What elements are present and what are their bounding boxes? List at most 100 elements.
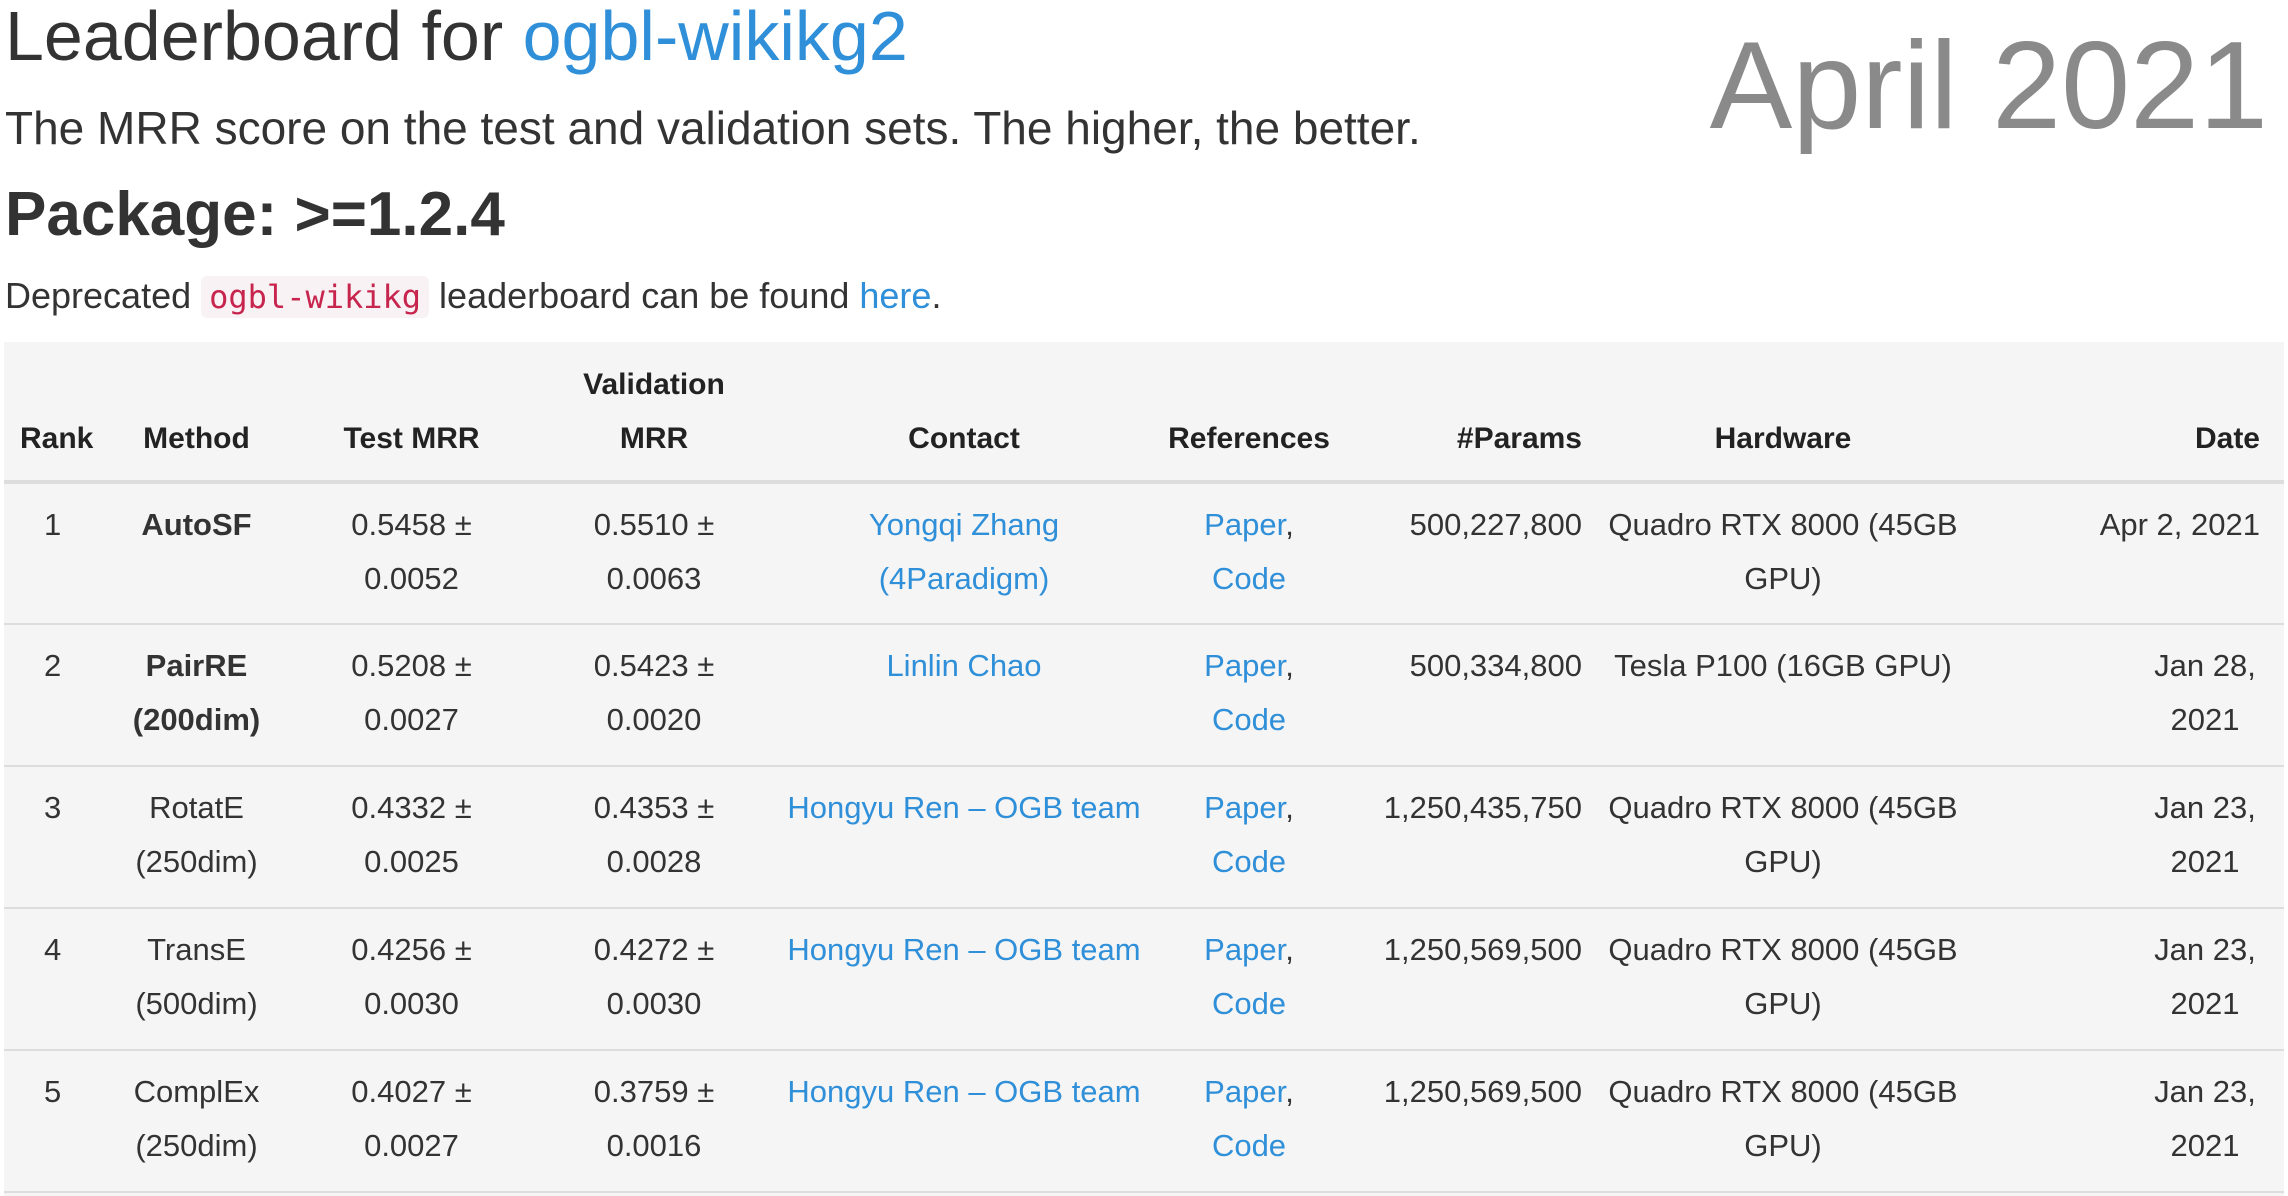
- table-row: 4 TransE (500dim) 0.4256 ± 0.0030 0.4272…: [4, 908, 2284, 1051]
- cell-params: 1,250,569,500: [1344, 908, 1594, 1051]
- contact-link[interactable]: Yongqi Zhang (4Paradigm): [869, 507, 1059, 596]
- cell-date: Jan 23, 2021: [1972, 908, 2284, 1051]
- cell-test-mrr: 0.4332 ± 0.0025: [289, 766, 534, 909]
- header-validation-mrr-line2: MRR: [619, 422, 689, 455]
- table-row: 2 PairRE (200dim) 0.5208 ± 0.0027 0.5423…: [4, 624, 2284, 767]
- deprecated-middle: leaderboard can be found: [429, 275, 860, 316]
- header-validation-mrr-line1: Validation: [583, 368, 725, 401]
- date-text: Jan 23, 2021: [2154, 790, 2256, 879]
- cell-contact: Hongyu Ren – OGB team: [774, 1050, 1154, 1193]
- cell-date: Jan 23, 2021: [1972, 766, 2284, 909]
- deprecated-dataset-code: ogbl-wikikg: [201, 276, 430, 318]
- cell-method: AutoSF: [104, 482, 289, 625]
- code-link[interactable]: Code: [1212, 702, 1286, 737]
- cell-method: PairRE (200dim): [104, 624, 289, 767]
- header-rank[interactable]: Rank: [4, 342, 104, 484]
- deprecated-prefix: Deprecated: [5, 275, 202, 316]
- paper-link[interactable]: Paper: [1204, 932, 1285, 967]
- cell-references: Paper, Code: [1154, 482, 1344, 625]
- cell-test-mrr: 0.5208 ± 0.0027: [289, 624, 534, 767]
- cell-params: 500,227,800: [1344, 482, 1594, 625]
- cell-rank: 1: [4, 482, 104, 625]
- package-version: Package: >=1.2.4: [5, 180, 505, 249]
- header-validation-mrr[interactable]: Validation MRR: [534, 342, 774, 484]
- cell-contact: Linlin Chao: [774, 624, 1154, 767]
- cell-hardware: Quadro RTX 8000 (45GB GPU): [1594, 908, 1972, 1051]
- code-link[interactable]: Code: [1212, 1128, 1286, 1163]
- reference-separator: ,: [1285, 507, 1294, 542]
- table-row: 3 RotatE (250dim) 0.4332 ± 0.0025 0.4353…: [4, 766, 2284, 909]
- contact-link[interactable]: Hongyu Ren – OGB team: [787, 790, 1140, 825]
- reference-separator: ,: [1285, 1074, 1294, 1109]
- header-contact[interactable]: Contact: [774, 342, 1154, 484]
- date-text: Jan 23, 2021: [2154, 1074, 2256, 1163]
- cell-hardware: Quadro RTX 8000 (45GB GPU): [1594, 1050, 1972, 1193]
- cell-rank: 4: [4, 908, 104, 1051]
- header-method[interactable]: Method: [104, 342, 289, 484]
- header-hardware[interactable]: Hardware: [1594, 342, 1972, 484]
- header-references[interactable]: References: [1154, 342, 1344, 484]
- date-stamp: April 2021: [1709, 17, 2268, 155]
- page-title: Leaderboard for ogbl-wikikg2: [5, 0, 908, 78]
- paper-link[interactable]: Paper: [1204, 648, 1285, 683]
- cell-validation-mrr: 0.4353 ± 0.0028: [534, 766, 774, 909]
- cell-rank: 2: [4, 624, 104, 767]
- cell-test-mrr: 0.4027 ± 0.0027: [289, 1050, 534, 1193]
- deprecated-notice: Deprecated ogbl-wikikg leaderboard can b…: [5, 268, 941, 325]
- cell-contact: Yongqi Zhang (4Paradigm): [774, 482, 1154, 625]
- page-title-prefix: Leaderboard for: [5, 0, 523, 75]
- cell-validation-mrr: 0.5423 ± 0.0020: [534, 624, 774, 767]
- table-body: 1 AutoSF 0.5458 ± 0.0052 0.5510 ± 0.0063…: [4, 482, 2284, 1193]
- page-subtitle: The MRR score on the test and validation…: [5, 102, 1421, 154]
- cell-references: Paper, Code: [1154, 1050, 1344, 1193]
- table-row: 1 AutoSF 0.5458 ± 0.0052 0.5510 ± 0.0063…: [4, 482, 2284, 625]
- cell-validation-mrr: 0.3759 ± 0.0016: [534, 1050, 774, 1193]
- reference-separator: ,: [1285, 932, 1294, 967]
- cell-method: TransE (500dim): [104, 908, 289, 1051]
- paper-link[interactable]: Paper: [1204, 507, 1285, 542]
- table-row: 5 ComplEx (250dim) 0.4027 ± 0.0027 0.375…: [4, 1050, 2284, 1193]
- cell-test-mrr: 0.4256 ± 0.0030: [289, 908, 534, 1051]
- cell-method: ComplEx (250dim): [104, 1050, 289, 1193]
- deprecated-leaderboard-link[interactable]: here: [859, 275, 931, 316]
- dataset-link[interactable]: ogbl-wikikg2: [523, 0, 908, 75]
- cell-references: Paper, Code: [1154, 908, 1344, 1051]
- cell-params: 500,334,800: [1344, 624, 1594, 767]
- table-header-row: Rank Method Test MRR Validation MRR Conta…: [4, 342, 2284, 484]
- cell-references: Paper, Code: [1154, 766, 1344, 909]
- cell-params: 1,250,569,500: [1344, 1050, 1594, 1193]
- header-params[interactable]: #Params: [1344, 342, 1594, 484]
- cell-test-mrr: 0.5458 ± 0.0052: [289, 482, 534, 625]
- contact-link[interactable]: Hongyu Ren – OGB team: [787, 1074, 1140, 1109]
- cell-hardware: Quadro RTX 8000 (45GB GPU): [1594, 766, 1972, 909]
- cell-hardware: Tesla P100 (16GB GPU): [1594, 624, 1972, 767]
- cell-rank: 5: [4, 1050, 104, 1193]
- cell-validation-mrr: 0.5510 ± 0.0063: [534, 482, 774, 625]
- cell-rank: 3: [4, 766, 104, 909]
- header-date[interactable]: Date: [1972, 342, 2284, 484]
- paper-link[interactable]: Paper: [1204, 1074, 1285, 1109]
- cell-contact: Hongyu Ren – OGB team: [774, 766, 1154, 909]
- cell-hardware: Quadro RTX 8000 (45GB GPU): [1594, 482, 1972, 625]
- date-text: Jan 28, 2021: [2154, 648, 2256, 737]
- cell-params: 1,250,435,750: [1344, 766, 1594, 909]
- code-link[interactable]: Code: [1212, 844, 1286, 879]
- cell-date: Apr 2, 2021: [1972, 482, 2284, 625]
- cell-validation-mrr: 0.4272 ± 0.0030: [534, 908, 774, 1051]
- leaderboard-table-container: Rank Method Test MRR Validation MRR Conta…: [4, 342, 2284, 1196]
- cell-date: Jan 23, 2021: [1972, 1050, 2284, 1193]
- reference-separator: ,: [1285, 648, 1294, 683]
- reference-separator: ,: [1285, 790, 1294, 825]
- page: Leaderboard for ogbl-wikikg2 The MRR sco…: [0, 0, 2288, 1196]
- code-link[interactable]: Code: [1212, 561, 1286, 596]
- cell-date: Jan 28, 2021: [1972, 624, 2284, 767]
- paper-link[interactable]: Paper: [1204, 790, 1285, 825]
- deprecated-suffix: .: [931, 275, 942, 316]
- contact-link[interactable]: Hongyu Ren – OGB team: [787, 932, 1140, 967]
- leaderboard-table: Rank Method Test MRR Validation MRR Conta…: [4, 342, 2284, 1193]
- contact-link[interactable]: Linlin Chao: [886, 648, 1041, 683]
- date-text: Jan 23, 2021: [2154, 932, 2256, 1021]
- header-test-mrr[interactable]: Test MRR: [289, 342, 534, 484]
- code-link[interactable]: Code: [1212, 986, 1286, 1021]
- cell-contact: Hongyu Ren – OGB team: [774, 908, 1154, 1051]
